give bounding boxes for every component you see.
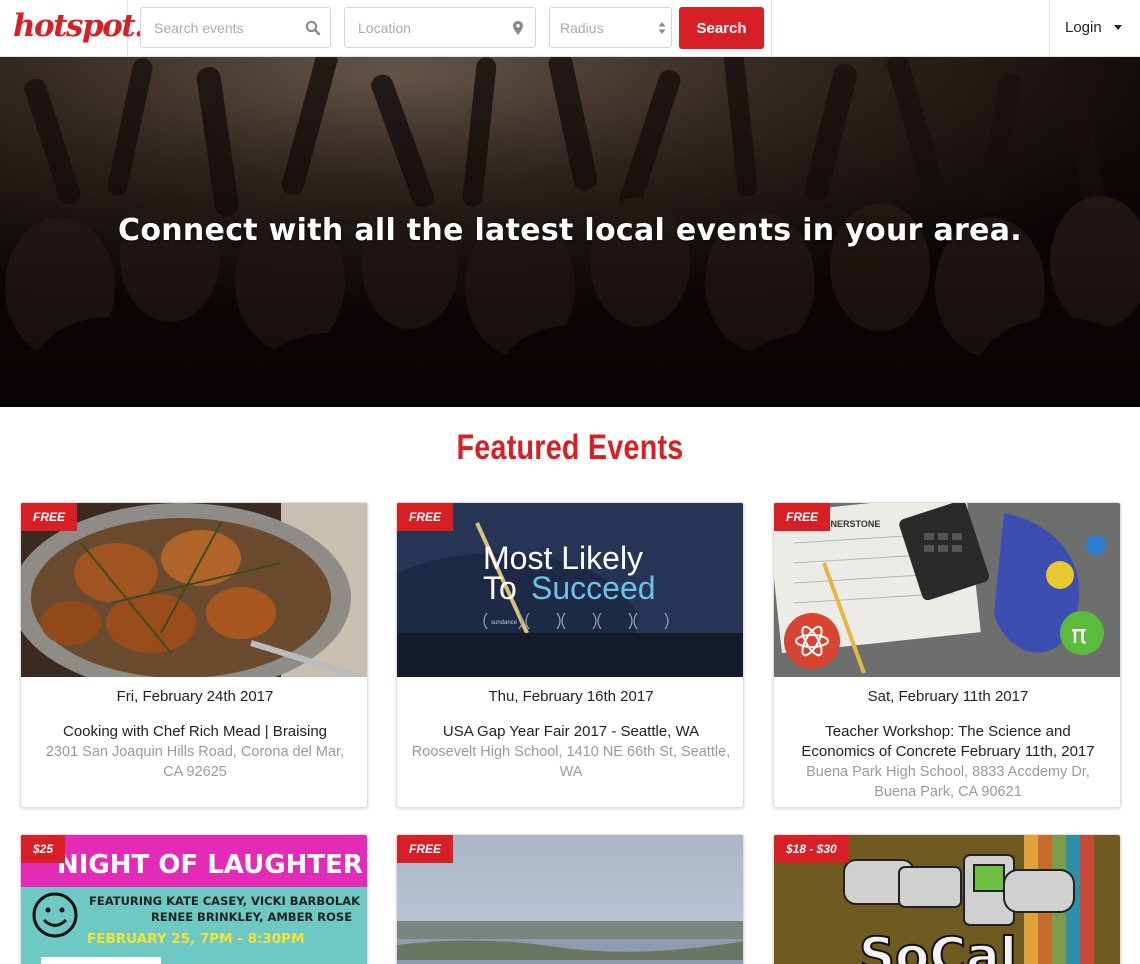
search-events-field[interactable] [140,7,331,48]
poster-featuring-1: FEATURING KATE CASEY, VICKI BARBOLAK [89,894,361,908]
nav-divider [1049,0,1050,56]
event-address: Roosevelt High School, 1410 NE 66th St, … [411,744,731,780]
search-icon [305,20,321,36]
socal-logo-text: SoCal [859,927,1017,964]
event-card[interactable]: SoCal $18 - $30 [773,834,1121,964]
top-navbar: hotspot. Radius Search Login [0,0,1140,57]
radius-select[interactable]: Radius [549,7,672,48]
price-badge: FREE [397,503,454,531]
event-title[interactable]: USA Gap Year Fair 2017 - Seattle, WA [411,722,731,742]
event-title[interactable]: Teacher Workshop: The Science and Econom… [788,722,1108,762]
event-address: 2301 San Joaquin Hills Road, Corona del … [45,744,345,780]
event-card[interactable]: CT CORNERSTONE π FREE Sat, February 11th… [773,502,1121,808]
event-date: Fri, February 24th 2017 [116,688,274,705]
price-badge: FREE [397,835,454,863]
event-date: Sat, February 11th 2017 [867,688,1029,705]
nav-divider [771,0,772,56]
location-input[interactable] [345,8,535,47]
price-badge: FREE [21,503,78,531]
poster-line2-b: Succeed [531,570,656,606]
event-date: Thu, February 16th 2017 [488,688,654,705]
price-badge: $18 - $30 [774,835,849,863]
search-events-input[interactable] [141,8,330,47]
poster-festival-label: sundance [491,620,518,626]
price-badge: $25 [21,835,66,863]
location-field[interactable] [344,7,536,48]
poster-line2-a: To [483,570,517,606]
event-card[interactable]: NIGHT OF LAUGHTER FEATURING KATE CASEY, … [20,834,368,964]
event-card[interactable]: Most Likely To Succeed sundance FREE Thu… [396,502,744,808]
event-title[interactable]: Cooking with Chef Rich Mead | Braising [35,722,355,742]
map-pin-icon [513,21,523,35]
brand-logo[interactable]: hotspot. [0,0,145,56]
login-link[interactable]: Login [1065,19,1102,36]
event-card[interactable]: FREE Fri, February 24th 2017 Cooking wit… [20,502,368,808]
featured-events-heading: Featured Events [456,428,684,467]
up-down-arrows-icon [658,22,666,34]
event-card[interactable]: FREE [396,834,744,964]
hero-banner: Connect with all the latest local events… [0,57,1140,407]
brand-name: hotspot. [13,8,145,44]
radius-select-value: Radius [560,20,604,36]
poster-featuring-2: RENEE BRINKLEY, AMBER ROSE [151,910,352,924]
event-address: Buena Park High School, 8833 Accdemy Dr,… [806,764,1090,800]
caret-down-icon[interactable] [1114,25,1122,30]
comedy-night-poster: NIGHT OF LAUGHTER FEATURING KATE CASEY, … [21,835,367,964]
pi-symbol: π [1071,620,1087,650]
search-button[interactable]: Search [679,7,764,49]
event-image[interactable]: NIGHT OF LAUGHTER FEATURING KATE CASEY, … [21,835,367,964]
hero-headline: Connect with all the latest local events… [118,213,1022,248]
poster-title: NIGHT OF LAUGHTER [57,850,363,880]
price-badge: FREE [774,503,831,531]
poster-when: FEBRUARY 25, 7PM - 8:30PM [87,931,305,947]
